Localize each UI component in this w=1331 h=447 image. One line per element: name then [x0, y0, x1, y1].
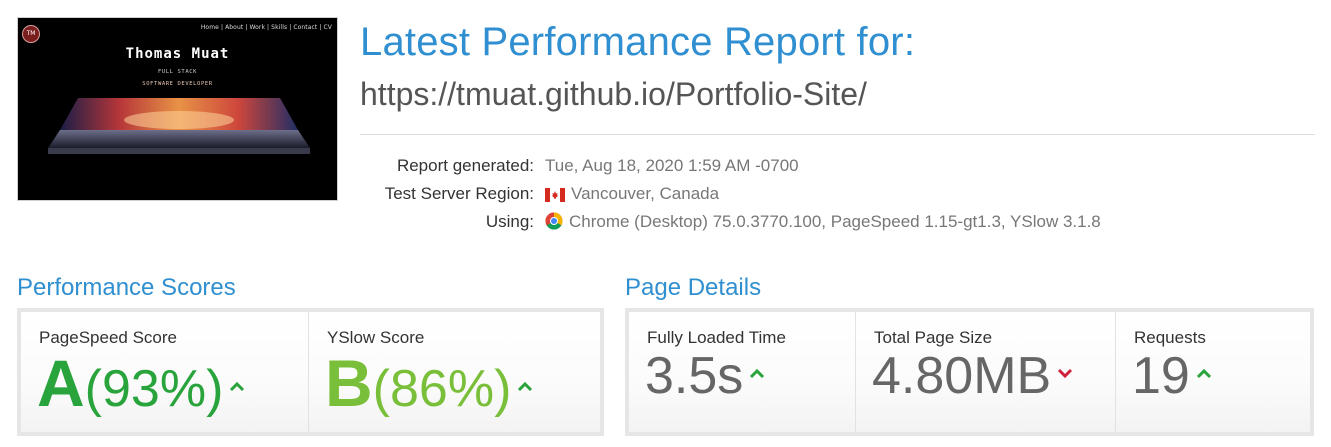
site-subtitle-2: SOFTWARE DEVELOPER [142, 81, 213, 87]
generated-value: Tue, Aug 18, 2020 1:59 AM -0700 [545, 156, 799, 175]
fully-loaded-time-label: Fully Loaded Time [647, 328, 786, 347]
page-title: Latest Performance Report for: [360, 20, 916, 64]
pagespeed-score-label: PageSpeed Score [39, 328, 177, 347]
using-label: Using: [485, 212, 534, 231]
region-value: Vancouver, Canada [571, 184, 720, 203]
fully-loaded-time-card[interactable]: Fully Loaded Time 3.5s [629, 312, 856, 432]
chrome-icon [545, 212, 563, 235]
generated-label: Report generated: [396, 156, 534, 175]
fully-loaded-time-value: 3.5s [645, 347, 744, 405]
site-subtitle-1: FULL STACK [157, 69, 198, 75]
page-details-title: Page Details [625, 274, 762, 301]
report-url: https://tmuat.github.io/Portfolio-Site/ [360, 76, 867, 112]
yslow-percent: (86%) [372, 360, 512, 418]
requests-label: Requests [1134, 328, 1206, 347]
using-value: Chrome (Desktop) 75.0.3770.100, PageSpee… [569, 212, 1101, 231]
region-label: Test Server Region: [384, 184, 534, 203]
site-name: Thomas Muat [125, 46, 230, 62]
total-page-size-card[interactable]: Total Page Size 4.80MB [856, 312, 1116, 432]
arrow-up-icon [749, 367, 765, 383]
performance-scores-title: Performance Scores [17, 274, 236, 301]
meta-row-region: Test Server Region: Vancouver, Canada [0, 184, 1331, 210]
arrow-up-icon [517, 380, 533, 396]
canada-flag-icon [545, 187, 565, 207]
requests-card[interactable]: Requests 19 [1116, 312, 1310, 432]
divider [360, 134, 1315, 135]
pagespeed-percent: (93%) [84, 360, 224, 418]
performance-scores-panel: PageSpeed Score A(93%) YSlow Score B(86%… [17, 308, 604, 436]
yslow-score-label: YSlow Score [327, 328, 425, 347]
arrow-up-icon [1196, 367, 1212, 383]
yslow-grade: B [325, 346, 373, 420]
arrow-up-icon [229, 380, 245, 396]
requests-value: 19 [1132, 347, 1190, 405]
region-value-wrap: Vancouver, Canada [545, 184, 719, 207]
yslow-score-card[interactable]: YSlow Score B(86%) [309, 312, 600, 432]
pagespeed-score-card[interactable]: PageSpeed Score A(93%) [21, 312, 309, 432]
meta-row-generated: Report generated: Tue, Aug 18, 2020 1:59… [0, 156, 1331, 182]
total-page-size-label: Total Page Size [874, 328, 993, 347]
site-logo: TM [22, 25, 40, 43]
pagespeed-grade: A [37, 346, 85, 420]
arrow-down-icon [1057, 367, 1073, 383]
site-nav-text: Home | About | Work | Skills | Contact |… [200, 24, 332, 31]
total-page-size-value: 4.80MB [872, 347, 1052, 405]
page-details-panel: Fully Loaded Time 3.5s Total Page Size 4… [625, 308, 1314, 436]
meta-row-using: Using: Chrome (Desktop) 75.0.3770.100, P… [0, 212, 1331, 238]
using-value-wrap: Chrome (Desktop) 75.0.3770.100, PageSpee… [545, 212, 1101, 235]
